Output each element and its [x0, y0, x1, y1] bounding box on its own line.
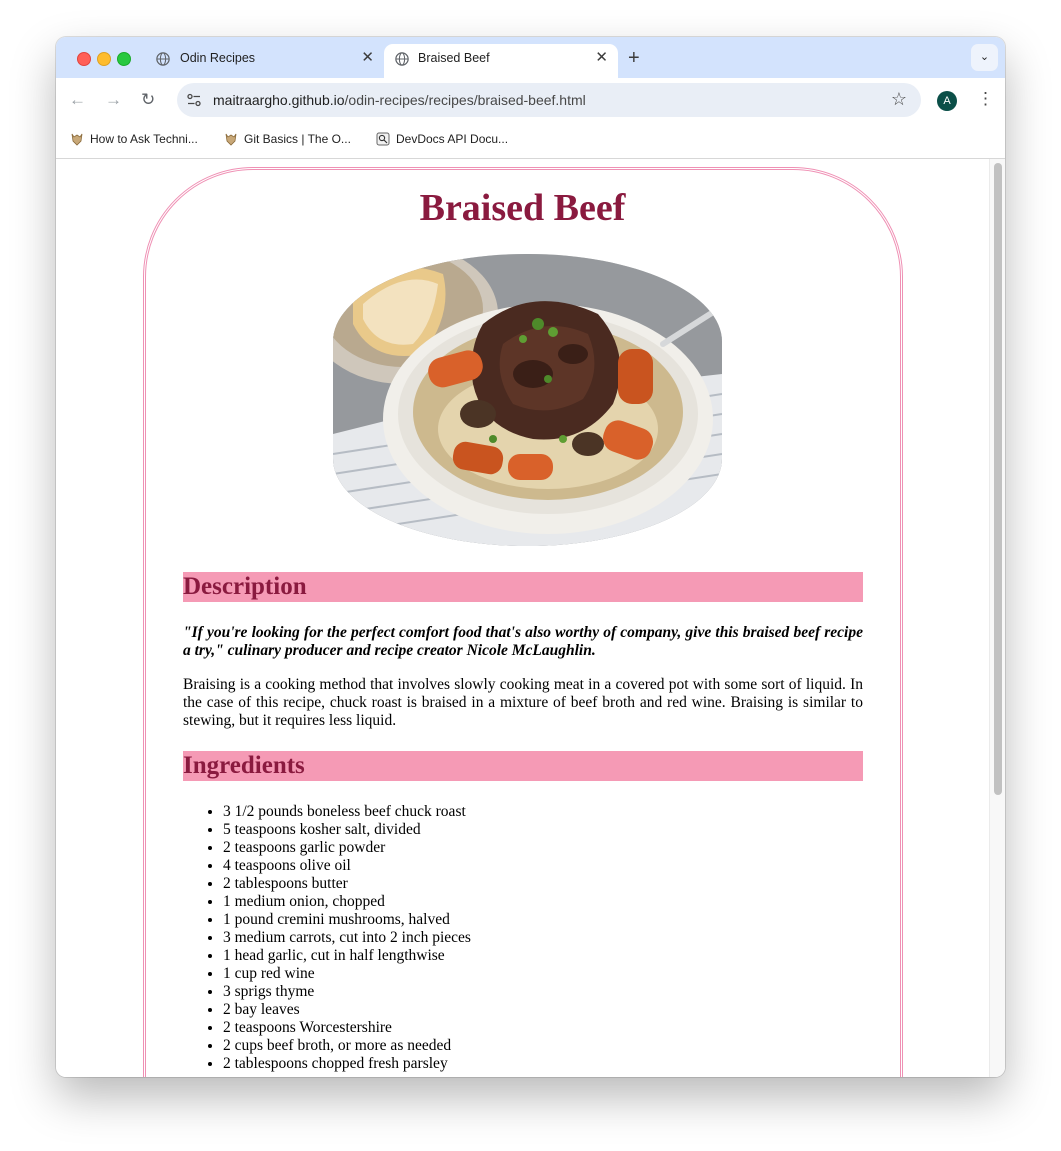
ingredient-item: 4 teaspoons olive oil [223, 857, 903, 875]
minimize-window-button[interactable] [97, 52, 111, 66]
arrow-left-icon: ← [69, 90, 86, 109]
ingredient-item: 2 tablespoons chopped fresh parsley [223, 1055, 903, 1073]
close-icon[interactable]: ✕ [595, 50, 608, 66]
globe-icon [156, 52, 170, 66]
browser-window: Odin Recipes ✕ Braised Beef ✕ + ⌄ ← → ↻ [56, 37, 1005, 1077]
description-heading: Description [183, 572, 863, 602]
tab-title: Braised Beef [418, 51, 490, 65]
devdocs-icon [376, 132, 390, 146]
chevron-down-icon: ⌄ [979, 51, 990, 63]
ingredient-item: 3 medium carrots, cut into 2 inch pieces [223, 929, 903, 947]
odin-icon [71, 133, 83, 146]
ingredient-item: 2 teaspoons garlic powder [223, 839, 903, 857]
ingredient-item: 2 bay leaves [223, 1001, 903, 1019]
bookmark-label: How to Ask Techni... [90, 132, 198, 146]
forward-button[interactable]: → [105, 90, 122, 110]
bookmark-how-to-ask[interactable]: How to Ask Techni... [70, 132, 198, 146]
ingredient-item: 1 head garlic, cut in half lengthwise [223, 947, 903, 965]
bookmark-git-basics[interactable]: Git Basics | The O... [224, 132, 351, 146]
ingredient-item: 2 tablespoons butter [223, 875, 903, 893]
bookmarks-bar: How to Ask Techni... Git Basics | The O.… [56, 123, 1005, 159]
back-button[interactable]: ← [69, 90, 86, 110]
braised-beef-image [333, 254, 722, 546]
reload-icon: ↻ [141, 90, 156, 109]
tab-braised-beef[interactable]: Braised Beef ✕ [384, 44, 618, 78]
scrollbar[interactable] [989, 159, 1005, 1077]
ingredient-item: 2 teaspoons Worcestershire [223, 1019, 903, 1037]
tab-odin-recipes[interactable]: Odin Recipes ✕ [146, 44, 384, 78]
recipe-quote: "If you're looking for the perfect comfo… [183, 624, 863, 659]
bookmark-devdocs[interactable]: DevDocs API Docu... [376, 132, 508, 146]
ingredients-list: 3 1/2 pounds boneless beef chuck roast5 … [183, 803, 903, 1073]
ingredient-item: 1 pound cremini mushrooms, halved [223, 911, 903, 929]
ingredient-item: 1 cup red wine [223, 965, 903, 983]
ingredient-item: 3 sprigs thyme [223, 983, 903, 1001]
profile-avatar[interactable]: A [937, 91, 957, 111]
arrow-right-icon: → [105, 90, 122, 109]
ingredient-item: 5 teaspoons kosher salt, divided [223, 821, 903, 839]
globe-icon [395, 52, 409, 66]
recipe-description: Braising is a cooking method that involv… [183, 676, 863, 729]
close-icon[interactable]: ✕ [361, 50, 374, 66]
toolbar: ← → ↻ maitraargho.github.io/odin-recipes… [56, 78, 1005, 123]
url-path: /odin-recipes/recipes/braised-beef.html [344, 92, 586, 108]
tab-title: Odin Recipes [180, 51, 256, 65]
url-text[interactable]: maitraargho.github.io/odin-recipes/recip… [213, 92, 586, 108]
new-tab-button[interactable]: + [628, 48, 640, 68]
close-window-button[interactable] [77, 52, 91, 66]
address-bar[interactable]: maitraargho.github.io/odin-recipes/recip… [177, 83, 921, 117]
ingredient-item: 1 medium onion, chopped [223, 893, 903, 911]
page-title: Braised Beef [419, 187, 626, 229]
reload-button[interactable]: ↻ [141, 90, 155, 110]
menu-icon[interactable]: ⋮ [977, 89, 994, 109]
bookmark-label: DevDocs API Docu... [396, 132, 509, 146]
bookmark-label: Git Basics | The O... [244, 132, 351, 146]
ingredients-heading: Ingredients [183, 751, 863, 781]
site-info-icon[interactable] [186, 92, 202, 108]
url-host: maitraargho.github.io [213, 92, 345, 108]
maximize-window-button[interactable] [117, 52, 131, 66]
scrollbar-thumb[interactable] [994, 163, 1002, 795]
ingredient-item: 2 cups beef broth, or more as needed [223, 1037, 903, 1055]
tab-search-button[interactable]: ⌄ [971, 44, 998, 71]
page-viewport: Braised Beef Description "If you're look… [56, 159, 1005, 1077]
recipe-photo [333, 254, 722, 546]
odin-icon [225, 133, 237, 146]
bookmark-star-icon[interactable]: ☆ [891, 89, 907, 110]
ingredient-item: 3 1/2 pounds boneless beef chuck roast [223, 803, 903, 821]
tab-bar: Odin Recipes ✕ Braised Beef ✕ + ⌄ [56, 37, 1005, 78]
